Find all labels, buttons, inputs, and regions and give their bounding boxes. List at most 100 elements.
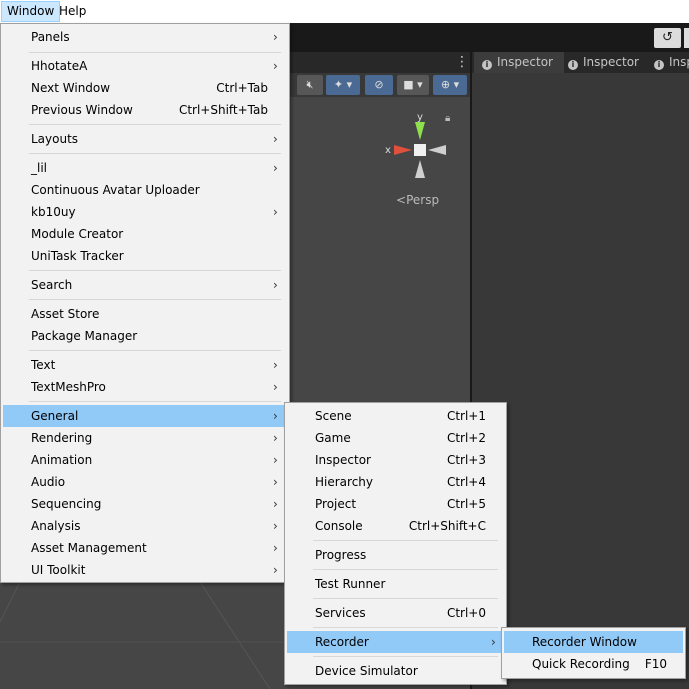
persp-label[interactable]: <Persp xyxy=(396,193,439,207)
window-menu-item-asset-management[interactable]: Asset Management › xyxy=(3,537,285,559)
menu-item-label: UI Toolkit xyxy=(31,563,86,577)
window-menu-item-lil[interactable]: _lil › xyxy=(3,157,285,179)
menu-item-label: Hierarchy xyxy=(315,475,374,489)
chevron-right-icon: › xyxy=(273,358,278,372)
audio-mute-icon[interactable]: 🔇︎ xyxy=(297,75,323,95)
menubar-window[interactable]: Window xyxy=(1,1,61,22)
scene-gizmo[interactable]: y x xyxy=(380,110,460,190)
tab-label: Inspector xyxy=(583,55,639,69)
recorder-menu-item-quick-recording[interactable]: Quick Recording F10 xyxy=(504,653,683,675)
menu-item-label: Text xyxy=(31,358,56,372)
menu-item-label: Progress xyxy=(315,548,367,562)
general-menu-item-progress[interactable]: Progress xyxy=(287,544,502,566)
general-menu-item-scene[interactable]: Scene Ctrl+1 xyxy=(287,405,502,427)
general-menu-item-game[interactable]: Game Ctrl+2 xyxy=(287,427,502,449)
window-menu-item-audio[interactable]: Audio › xyxy=(3,471,285,493)
menu-item-label: Device Simulator xyxy=(315,664,418,678)
menu-separator xyxy=(29,124,281,125)
tab-label: Insp xyxy=(669,55,689,69)
general-menu-item-hierarchy[interactable]: Hierarchy Ctrl+4 xyxy=(287,471,502,493)
window-menu-item-rendering[interactable]: Rendering › xyxy=(3,427,285,449)
tab-label: Inspector xyxy=(497,55,553,69)
window-menu-item-module-creator[interactable]: Module Creator xyxy=(3,223,285,245)
window-menu-item-sequencing[interactable]: Sequencing › xyxy=(3,493,285,515)
menu-item-shortcut: Ctrl+1 xyxy=(446,409,486,423)
tab-inspector-1[interactable]: i Inspector xyxy=(474,52,564,73)
general-menu-item-recorder[interactable]: Recorder › xyxy=(287,631,502,653)
menu-item-label: Package Manager xyxy=(31,329,138,343)
window-menu-item-analysis[interactable]: Analysis › xyxy=(3,515,285,537)
more-options-icon[interactable]: ⋮ xyxy=(455,54,469,70)
menu-item-label: kb10uy xyxy=(31,205,76,219)
gizmo-x-label: x xyxy=(385,145,391,156)
window-menu-item-previous-window[interactable]: Previous Window Ctrl+Shift+Tab xyxy=(3,99,285,121)
window-menu-item-asset-store[interactable]: Asset Store xyxy=(3,303,285,325)
chevron-right-icon: › xyxy=(273,278,278,292)
window-menu-item-text[interactable]: Text › xyxy=(3,354,285,376)
menu-item-label: Search xyxy=(31,278,73,292)
toolbar-button-partial[interactable] xyxy=(684,28,689,48)
gizmos-icon[interactable]: ⊕ ▾ xyxy=(433,75,467,95)
gizmo-y-axis[interactable] xyxy=(415,122,425,140)
window-menu-item-unitask-tracker[interactable]: UniTask Tracker xyxy=(3,245,285,267)
window-menu-item-panels[interactable]: Panels › xyxy=(3,26,285,48)
window-menu-item-ui-toolkit[interactable]: UI Toolkit › xyxy=(3,559,285,581)
general-menu-item-device-simulator[interactable]: Device Simulator xyxy=(287,660,502,682)
general-menu-item-project[interactable]: Project Ctrl+5 xyxy=(287,493,502,515)
recorder-submenu: Recorder Window Quick Recording F10 xyxy=(501,627,686,679)
window-menu-item-hhotatea[interactable]: HhotateA › xyxy=(3,55,285,77)
menu-item-label: Asset Management xyxy=(31,541,147,555)
chevron-right-icon: › xyxy=(491,635,496,649)
menu-item-label: Module Creator xyxy=(31,227,124,241)
window-menu-item-package-manager[interactable]: Package Manager xyxy=(3,325,285,347)
history-icon[interactable]: ↺ xyxy=(654,28,681,48)
gizmo-neg-x-axis[interactable] xyxy=(428,145,446,155)
gizmo-neg-y-axis[interactable] xyxy=(415,160,425,178)
menu-item-label: Test Runner xyxy=(315,577,386,591)
menu-item-label: Analysis xyxy=(31,519,81,533)
menu-item-shortcut: Ctrl+Shift+C xyxy=(408,519,486,533)
info-icon: i xyxy=(654,60,664,70)
window-menu-item-next-window[interactable]: Next Window Ctrl+Tab xyxy=(3,77,285,99)
chevron-right-icon: › xyxy=(273,132,278,146)
tab-inspector-3[interactable]: i Insp xyxy=(646,52,689,73)
menu-item-label: HhotateA xyxy=(31,59,88,73)
gizmo-x-axis[interactable] xyxy=(394,145,412,155)
window-menu-item-textmeshpro[interactable]: TextMeshPro › xyxy=(3,376,285,398)
window-menu-item-animation[interactable]: Animation › xyxy=(3,449,285,471)
chevron-right-icon: › xyxy=(273,519,278,533)
general-menu-item-inspector[interactable]: Inspector Ctrl+3 xyxy=(287,449,502,471)
window-menu-item-layouts[interactable]: Layouts › xyxy=(3,128,285,150)
camera-icon[interactable]: ■ ▾ xyxy=(397,75,429,95)
info-icon: i xyxy=(482,60,492,70)
effects-icon[interactable]: ✦ ▾ xyxy=(326,75,360,95)
window-menu-item-continuous-avatar-uploader[interactable]: Continuous Avatar Uploader xyxy=(3,179,285,201)
menu-item-label: UniTask Tracker xyxy=(31,249,124,263)
menu-separator xyxy=(29,401,281,402)
menu-item-label: Console xyxy=(315,519,363,533)
general-menu-item-test-runner[interactable]: Test Runner xyxy=(287,573,502,595)
menu-item-label: TextMeshPro xyxy=(31,380,106,394)
menu-item-label: Inspector xyxy=(315,453,371,467)
general-menu-item-services[interactable]: Services Ctrl+0 xyxy=(287,602,502,624)
general-menu-item-console[interactable]: Console Ctrl+Shift+C xyxy=(287,515,502,537)
tab-inspector-2[interactable]: i Inspector xyxy=(560,52,650,73)
menu-item-shortcut: Ctrl+Tab xyxy=(216,81,268,95)
menu-separator xyxy=(313,540,498,541)
chevron-right-icon: › xyxy=(273,453,278,467)
chevron-right-icon: › xyxy=(273,380,278,394)
menu-item-label: Next Window xyxy=(31,81,111,95)
menu-item-label: Scene xyxy=(315,409,352,423)
menu-separator xyxy=(29,270,281,271)
window-menu: Panels › HhotateA › Next Window Ctrl+Tab Previ… xyxy=(0,23,290,583)
gizmo-y-label: y xyxy=(417,112,423,123)
recorder-menu-item-recorder-window[interactable]: Recorder Window xyxy=(504,631,683,653)
menu-item-label: Previous Window xyxy=(31,103,133,117)
menu-separator xyxy=(313,656,498,657)
window-menu-item-kb10uy[interactable]: kb10uy › xyxy=(3,201,285,223)
window-menu-item-general[interactable]: General › xyxy=(3,405,285,427)
window-menu-item-search[interactable]: Search › xyxy=(3,274,285,296)
menubar-help[interactable]: Help xyxy=(54,2,91,21)
gizmo-center[interactable] xyxy=(414,144,426,156)
visibility-icon[interactable]: ⊘ xyxy=(365,75,393,95)
